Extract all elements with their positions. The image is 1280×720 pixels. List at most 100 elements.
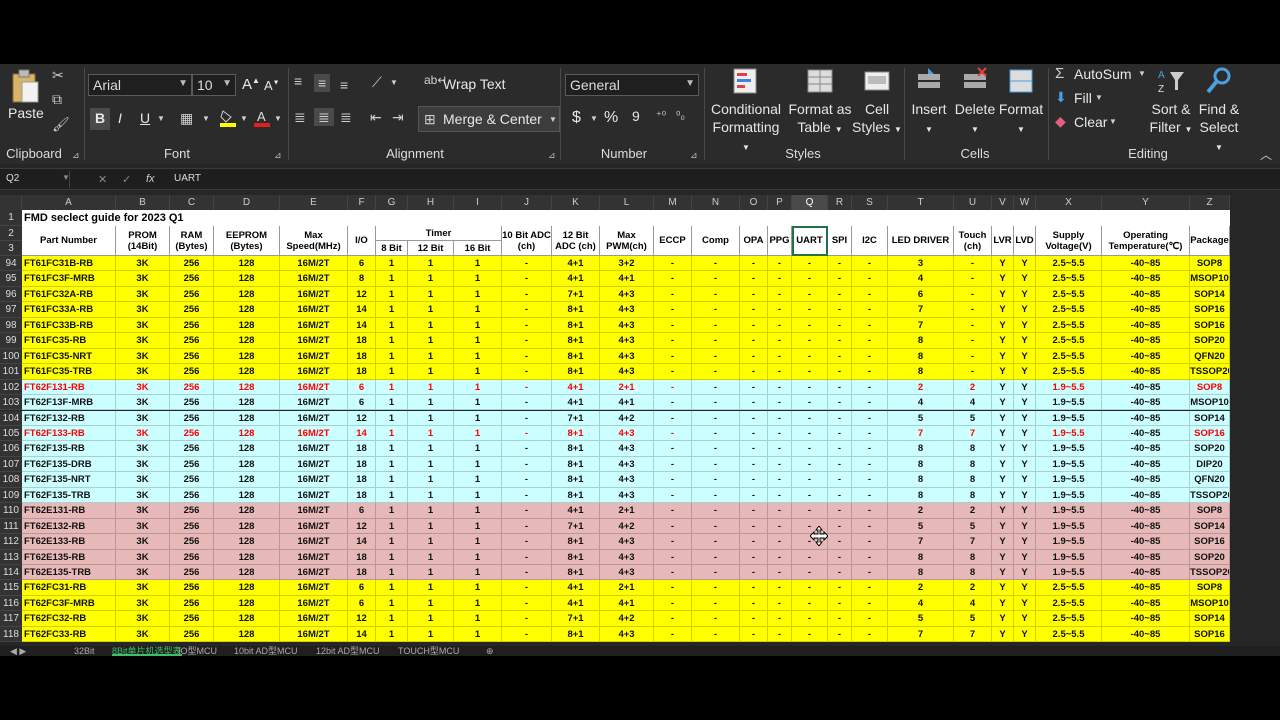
table-cell[interactable]: 1 — [454, 472, 502, 488]
table-cell[interactable]: 1 — [376, 302, 408, 318]
table-cell[interactable]: 2.5~5.5 — [1036, 271, 1102, 287]
table-cell[interactable]: 1 — [454, 256, 502, 272]
table-cell[interactable]: 16M/2T — [280, 271, 348, 287]
number-launcher-icon[interactable]: ⊿ — [690, 150, 698, 161]
table-cell[interactable]: - — [852, 549, 888, 565]
table-cell[interactable]: - — [828, 379, 852, 396]
table-cell[interactable]: 4+3 — [600, 425, 654, 442]
table-cell[interactable]: -40~85 — [1102, 317, 1190, 334]
orientation-icon[interactable]: ⟋ — [372, 75, 382, 89]
part-number-cell[interactable]: FT62FC31-RB — [22, 580, 116, 596]
table-cell[interactable]: - — [828, 549, 852, 565]
table-cell[interactable]: Y — [992, 364, 1014, 380]
column-header-d[interactable]: D — [214, 195, 280, 210]
autosum-icon[interactable]: Σ — [1055, 66, 1064, 81]
table-cell[interactable]: - — [792, 364, 828, 380]
table-cell[interactable]: Y — [992, 595, 1014, 612]
table-cell[interactable]: SOP16 — [1190, 302, 1230, 318]
table-cell[interactable]: 1 — [408, 395, 454, 411]
table-cell[interactable]: -40~85 — [1102, 611, 1190, 627]
part-number-cell[interactable]: FT62FC33-RB — [22, 626, 116, 643]
table-cell[interactable]: 1 — [376, 410, 408, 426]
chevron-down-icon[interactable]: ▼ — [390, 79, 398, 87]
table-cell[interactable]: 16M/2T — [280, 580, 348, 596]
table-cell[interactable]: - — [768, 395, 792, 411]
table-cell[interactable]: 7+1 — [552, 286, 600, 303]
table-cell[interactable]: 256 — [170, 472, 214, 488]
table-cell[interactable]: - — [768, 425, 792, 442]
table-cell[interactable]: 6 — [348, 503, 376, 519]
table-cell[interactable]: - — [852, 580, 888, 596]
table-cell[interactable]: 256 — [170, 565, 214, 581]
table-cell[interactable]: - — [692, 317, 740, 334]
table-cell[interactable]: - — [654, 487, 692, 504]
align-center-icon[interactable]: ≣ — [314, 108, 334, 126]
table-cell[interactable]: 1 — [408, 534, 454, 550]
table-cell[interactable]: - — [692, 271, 740, 287]
table-cell[interactable]: 1 — [408, 271, 454, 287]
table-cell[interactable]: - — [740, 472, 768, 488]
table-cell[interactable]: 7 — [888, 302, 954, 318]
table-cell[interactable]: - — [768, 549, 792, 565]
table-cell[interactable]: 128 — [214, 503, 280, 519]
table-cell[interactable]: Y — [1014, 379, 1036, 396]
sheet-tab[interactable]: TOUCH型MCU — [398, 646, 459, 656]
table-cell[interactable]: - — [502, 302, 552, 318]
table-cell[interactable]: - — [740, 379, 768, 396]
table-cell[interactable]: 6 — [348, 395, 376, 411]
table-cell[interactable]: 1 — [376, 395, 408, 411]
column-header-o[interactable]: O — [740, 195, 768, 210]
table-cell[interactable]: - — [740, 626, 768, 643]
table-cell[interactable]: - — [954, 256, 992, 272]
table-cell[interactable]: 4+3 — [600, 549, 654, 565]
table-cell[interactable]: - — [502, 580, 552, 596]
table-cell[interactable]: - — [792, 302, 828, 318]
table-cell[interactable]: - — [740, 456, 768, 473]
table-cell[interactable]: 1 — [454, 302, 502, 318]
table-cell[interactable]: 5 — [954, 611, 992, 627]
table-cell[interactable]: Y — [992, 487, 1014, 504]
table-cell[interactable]: 1.9~5.5 — [1036, 487, 1102, 504]
table-cell[interactable]: - — [740, 580, 768, 596]
table-cell[interactable]: 4+3 — [600, 333, 654, 349]
table-cell[interactable]: 4+1 — [600, 595, 654, 612]
table-cell[interactable]: 12 — [348, 518, 376, 535]
find-select-button[interactable]: Find & Select ▼ — [1196, 66, 1242, 157]
table-cell[interactable]: - — [654, 425, 692, 442]
table-cell[interactable]: - — [828, 256, 852, 272]
row-header[interactable]: 102 — [0, 379, 22, 396]
table-cell[interactable]: 3 — [888, 256, 954, 272]
table-cell[interactable]: - — [692, 518, 740, 535]
table-cell[interactable]: - — [692, 379, 740, 396]
table-cell[interactable]: Y — [1014, 348, 1036, 365]
table-cell[interactable]: 256 — [170, 271, 214, 287]
table-cell[interactable]: 3K — [116, 317, 170, 334]
table-cell[interactable]: Y — [1014, 611, 1036, 627]
table-cell[interactable]: - — [692, 410, 740, 426]
sheet-tab[interactable]: 32Bit — [74, 646, 95, 656]
select-all-corner[interactable] — [0, 195, 22, 210]
table-cell[interactable]: 3K — [116, 456, 170, 473]
table-cell[interactable]: 12 — [348, 410, 376, 426]
table-cell[interactable]: -40~85 — [1102, 379, 1190, 396]
sheet-tab[interactable]: 12bit AD型MCU — [316, 646, 380, 656]
table-cell[interactable]: - — [828, 271, 852, 287]
increase-font-icon[interactable]: A▲ — [242, 76, 260, 93]
table-cell[interactable]: 8+1 — [552, 456, 600, 473]
table-cell[interactable]: 256 — [170, 456, 214, 473]
table-cell[interactable]: 128 — [214, 256, 280, 272]
table-cell[interactable]: - — [740, 565, 768, 581]
part-number-cell[interactable]: FT62E132-RB — [22, 518, 116, 535]
font-name-combo[interactable]: Arial ▼ — [88, 74, 192, 96]
table-cell[interactable]: 16M/2T — [280, 611, 348, 627]
table-cell[interactable]: 1 — [454, 379, 502, 396]
table-cell[interactable]: 2.5~5.5 — [1036, 302, 1102, 318]
table-cell[interactable]: - — [828, 410, 852, 426]
column-header-t[interactable]: T — [888, 195, 954, 210]
table-cell[interactable]: - — [654, 580, 692, 596]
row-header[interactable]: 116 — [0, 595, 22, 612]
table-cell[interactable]: 18 — [348, 456, 376, 473]
table-cell[interactable]: - — [852, 395, 888, 411]
align-right-icon[interactable]: ≣ — [340, 110, 352, 124]
table-cell[interactable]: Y — [1014, 472, 1036, 488]
